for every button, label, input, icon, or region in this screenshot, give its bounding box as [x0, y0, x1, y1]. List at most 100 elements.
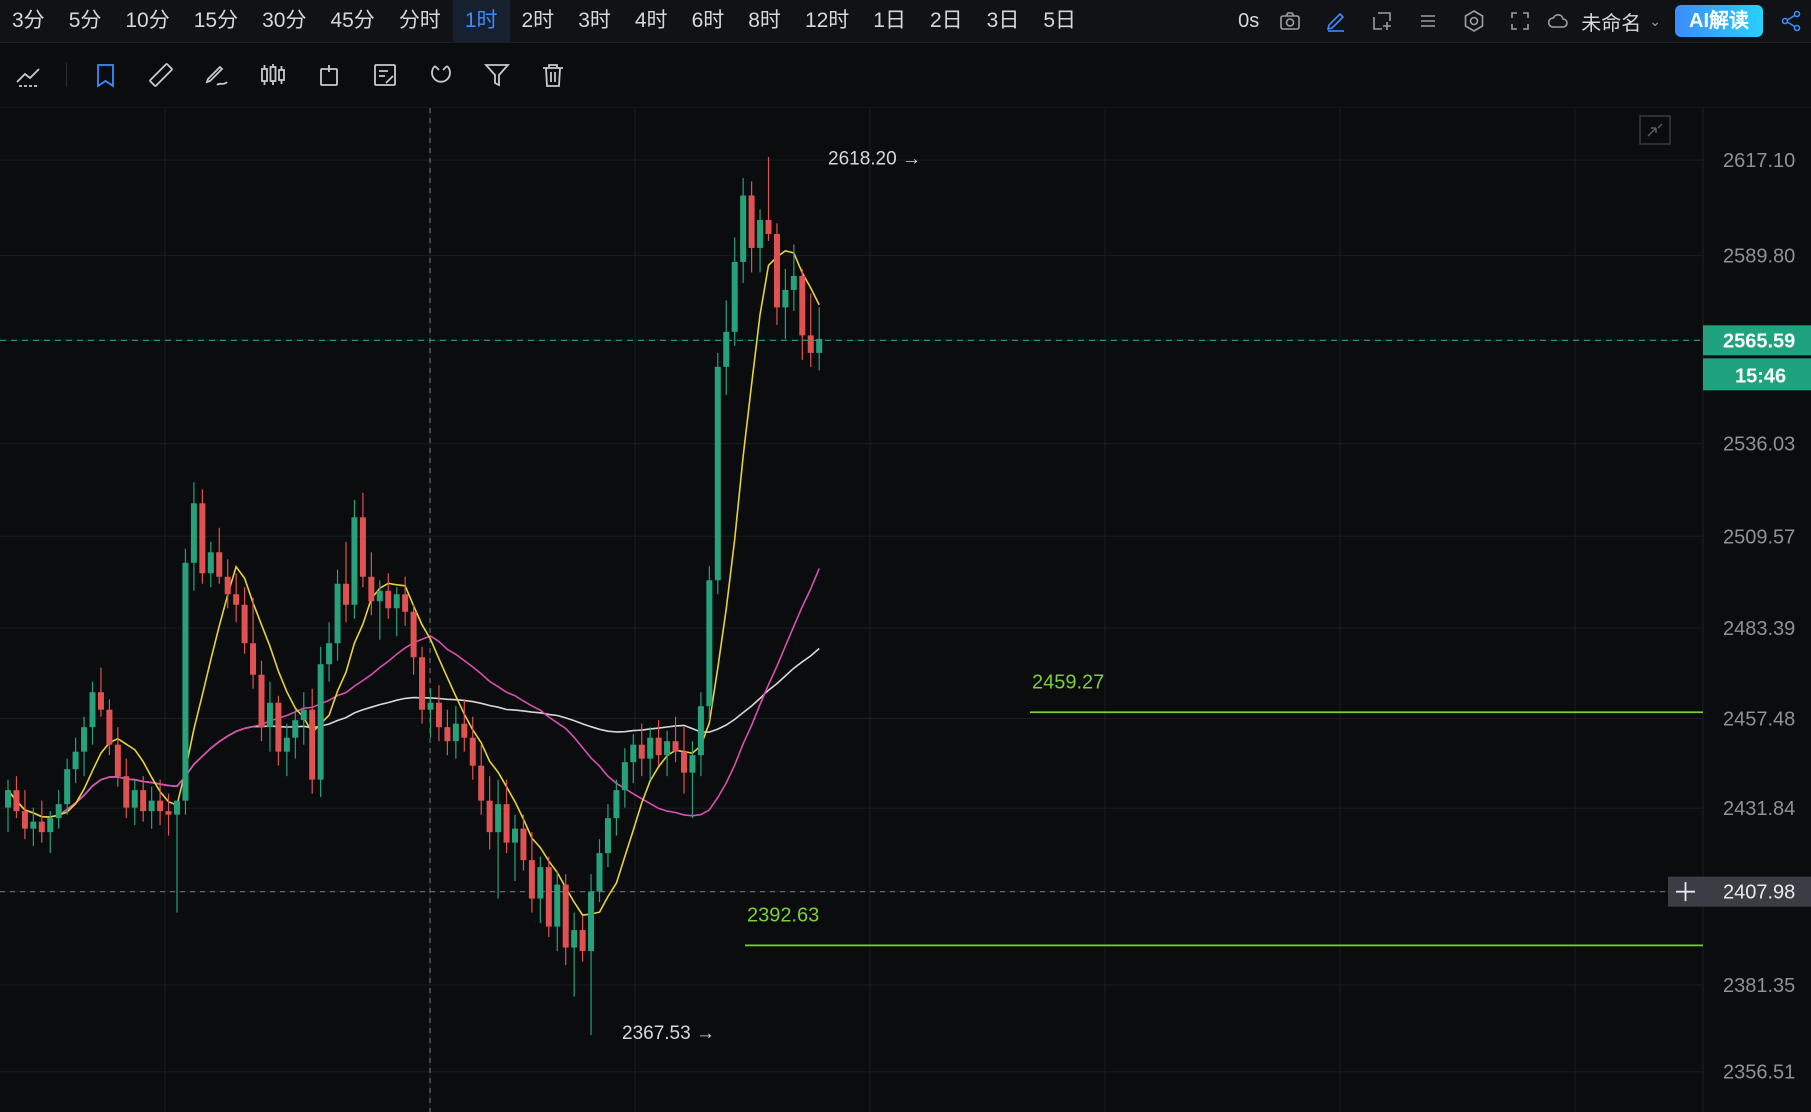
share-icon[interactable] — [1771, 0, 1811, 42]
candle-body — [461, 723, 468, 738]
timeframe-tab[interactable]: 6时 — [680, 0, 737, 42]
bookmark-icon[interactable] — [77, 47, 133, 103]
candle-body — [731, 261, 738, 332]
price-axis-tick: 2589.80 — [1723, 246, 1795, 268]
timeframe-tab[interactable]: 1时 — [452, 0, 510, 42]
candle-countdown: 15:46 — [1735, 365, 1786, 387]
candle-body — [275, 702, 282, 752]
candle-body — [697, 706, 704, 756]
add-window-icon[interactable] — [1359, 0, 1405, 42]
timeframe-tab[interactable]: 5日 — [1031, 0, 1088, 42]
fullscreen-icon[interactable] — [1497, 0, 1543, 42]
timeframe-tab[interactable]: 分时 — [387, 0, 453, 42]
candle-body — [55, 804, 62, 819]
candle-body — [681, 751, 687, 773]
note-icon[interactable] — [357, 47, 413, 103]
candle-body — [664, 741, 671, 756]
candle-body — [64, 769, 71, 805]
trash-icon[interactable] — [525, 47, 581, 103]
candle-body — [140, 790, 147, 812]
candle-body — [427, 702, 434, 710]
ai-interpret-button[interactable]: AI解读 — [1675, 5, 1763, 37]
price-axis-tick: 2431.84 — [1723, 798, 1795, 820]
ruler-icon[interactable] — [133, 47, 189, 103]
chevron-down-icon[interactable]: ⌄ — [1649, 13, 1661, 30]
candle-body — [469, 737, 476, 766]
timeframe-tab[interactable]: 2日 — [918, 0, 975, 42]
candle-body — [233, 594, 240, 605]
layout-name[interactable]: 未命名 — [1573, 7, 1649, 36]
candle-body — [343, 583, 349, 605]
candle-body — [359, 517, 366, 577]
candle-body — [190, 503, 197, 563]
list-icon[interactable] — [1405, 0, 1451, 42]
candle-body — [21, 811, 28, 829]
timeframe-tab[interactable]: 1日 — [861, 0, 918, 42]
price-axis-tick: 2457.48 — [1723, 709, 1795, 731]
price-axis-tick: 2617.10 — [1723, 150, 1795, 172]
timeframe-tab[interactable]: 30分 — [250, 0, 318, 42]
timeframe-tab[interactable]: 10分 — [113, 0, 181, 42]
crosshair-price-value: 2407.98 — [1723, 882, 1795, 904]
candle-body — [250, 643, 257, 675]
candle-body — [47, 818, 54, 833]
candle-body — [621, 762, 628, 791]
settings-icon[interactable] — [1451, 0, 1497, 42]
candle-body — [157, 800, 164, 812]
refresh-countdown: 0s — [1238, 9, 1260, 32]
price-axis-tick: 2356.51 — [1723, 1062, 1795, 1084]
cloud-icon[interactable] — [1543, 0, 1573, 42]
price-chart[interactable]: 2617.10 2589.80 2536.03 2509.57 2483.39 2457.… — [0, 108, 1811, 1112]
candle-body — [537, 867, 544, 899]
timeframe-tab[interactable]: 4时 — [623, 0, 680, 42]
current-price-value: 2565.59 — [1723, 330, 1795, 352]
candle-body — [216, 552, 223, 577]
pencil-icon[interactable] — [1313, 0, 1359, 42]
pen-icon[interactable] — [189, 47, 245, 103]
timeframe-tab[interactable]: 45分 — [318, 0, 386, 42]
candle-body — [309, 709, 316, 780]
timeframe-tab[interactable]: 3时 — [566, 0, 623, 42]
timeframe-tab[interactable]: 5分 — [57, 0, 114, 42]
candle-body — [165, 811, 172, 815]
candle-body — [402, 594, 409, 612]
trendline-icon[interactable] — [0, 47, 56, 103]
candle-body — [588, 891, 595, 952]
candle-body — [199, 503, 206, 574]
price-axis-tick: 2536.03 — [1723, 434, 1795, 456]
candle-body — [503, 804, 510, 843]
timeframe-tab[interactable]: 8时 — [736, 0, 793, 42]
lock-icon[interactable] — [301, 47, 357, 103]
chart-background — [0, 108, 1811, 1112]
candle-body — [647, 737, 654, 759]
timeframe-tab[interactable]: 12时 — [793, 0, 861, 42]
candles-icon[interactable] — [245, 47, 301, 103]
candle-body — [689, 755, 696, 773]
filter-icon[interactable] — [469, 47, 525, 103]
candle-body — [89, 692, 96, 728]
candle-body — [317, 664, 324, 780]
topbar-right: 0s 未命名 ⌄ AI解读 — [1230, 0, 1811, 42]
candle-body — [410, 611, 417, 658]
candle-body — [478, 765, 485, 801]
candle-body — [579, 930, 586, 952]
candle-body — [486, 800, 493, 833]
low-price-label: 2367.53 → — [622, 1023, 715, 1044]
candle-body — [495, 804, 502, 833]
candle-body — [790, 275, 797, 290]
timeframe-tab[interactable]: 3分 — [0, 0, 57, 42]
candle-body — [596, 853, 603, 892]
timeframe-tab[interactable]: 2时 — [510, 0, 567, 42]
timeframe-bar: 3分 5分 10分 15分 30分 45分 分时 1时 2时 3时 4时 6时 8时 12时 1日 2日 3日 5… — [0, 0, 1811, 43]
candle-body — [368, 576, 375, 602]
candle-body — [292, 720, 299, 738]
candle-body — [97, 692, 104, 710]
timeframe-tab[interactable]: 15分 — [182, 0, 250, 42]
candle-body — [326, 643, 333, 665]
level-label: 2459.27 — [1032, 671, 1104, 693]
magnet-icon[interactable] — [413, 47, 469, 103]
candle-body — [571, 930, 578, 948]
camera-icon[interactable] — [1267, 0, 1313, 42]
candle-body — [81, 727, 88, 752]
timeframe-tab[interactable]: 3日 — [975, 0, 1032, 42]
